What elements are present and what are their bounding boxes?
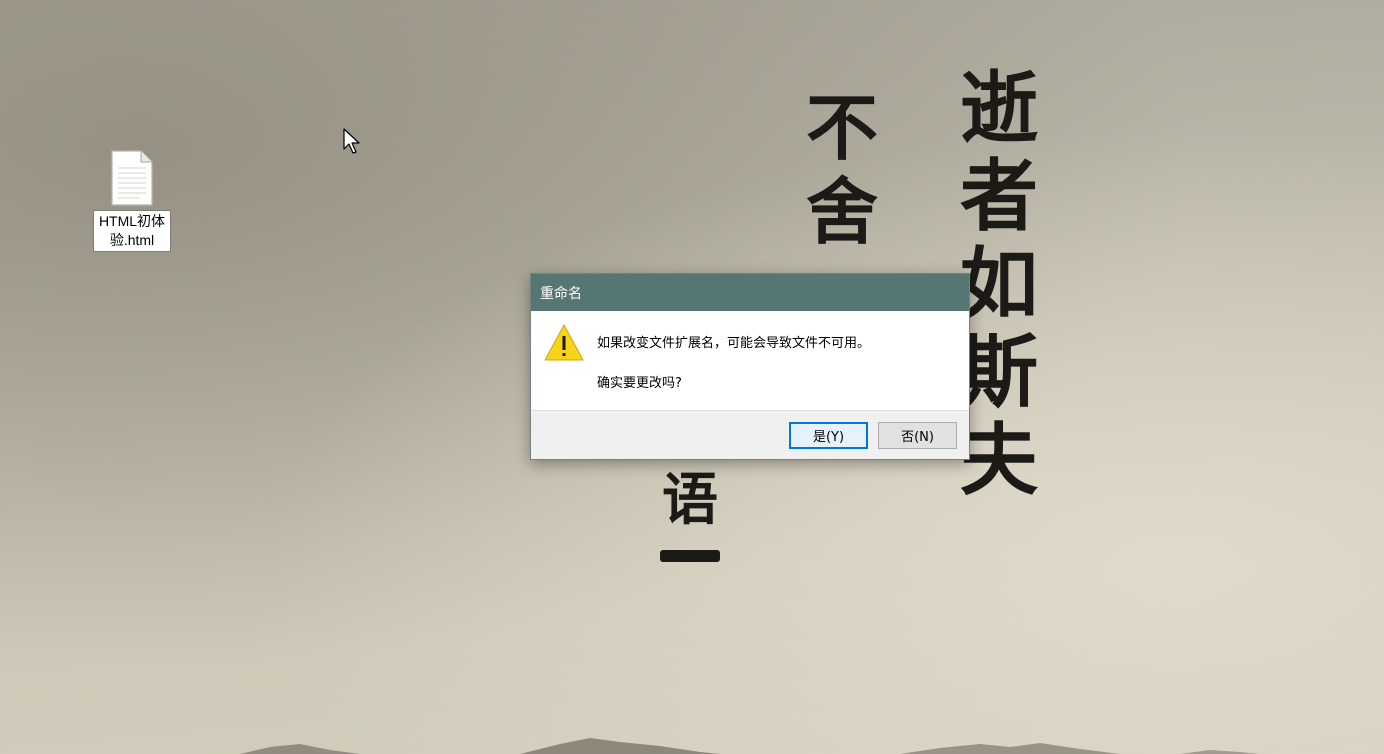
desktop: 逝 者 如 斯 夫 不 舍 语 HTML初体验.html 重命名 如果改变文件扩… xyxy=(0,0,1384,754)
no-button[interactable]: 否(N) xyxy=(878,422,957,449)
dialog-question: 确实要更改吗? xyxy=(597,376,682,391)
wallpaper-calligraphy-small: 语 xyxy=(660,472,720,562)
wallpaper-calligraphy-right: 逝 者 如 斯 夫 xyxy=(960,70,1038,510)
dialog-footer: 是(Y) 否(N) xyxy=(531,410,969,459)
warning-icon xyxy=(544,324,584,361)
calligraphy-char: 语 xyxy=(662,467,718,533)
dialog-title: 重命名 xyxy=(540,285,582,302)
rename-warning-dialog: 重命名 如果改变文件扩展名，可能会导致文件不可用。 确实要更改吗? 是(Y) 否… xyxy=(530,273,970,460)
dialog-body: 如果改变文件扩展名，可能会导致文件不可用。 确实要更改吗? xyxy=(531,311,969,410)
desktop-icon-html-file[interactable]: HTML初体验.html xyxy=(90,150,174,252)
calligraphy-char: 夫 xyxy=(960,415,1039,506)
wallpaper-mountains xyxy=(240,738,1260,754)
yes-button[interactable]: 是(Y) xyxy=(789,422,868,449)
calligraphy-char: 舍 xyxy=(806,169,879,254)
wallpaper-calligraphy-mid: 不 舍 xyxy=(806,92,878,260)
calligraphy-char: 者 xyxy=(960,151,1039,242)
desktop-icon-label[interactable]: HTML初体验.html xyxy=(93,210,171,252)
calligraphy-char: 逝 xyxy=(960,63,1039,154)
mouse-cursor-icon xyxy=(343,128,360,154)
calligraphy-dash xyxy=(660,550,720,562)
document-file-icon xyxy=(111,150,153,206)
calligraphy-char: 不 xyxy=(806,85,879,170)
calligraphy-char: 斯 xyxy=(960,327,1039,418)
calligraphy-char: 如 xyxy=(960,239,1039,330)
dialog-message: 如果改变文件扩展名，可能会导致文件不可用。 xyxy=(597,336,871,351)
dialog-titlebar[interactable]: 重命名 xyxy=(531,274,969,311)
